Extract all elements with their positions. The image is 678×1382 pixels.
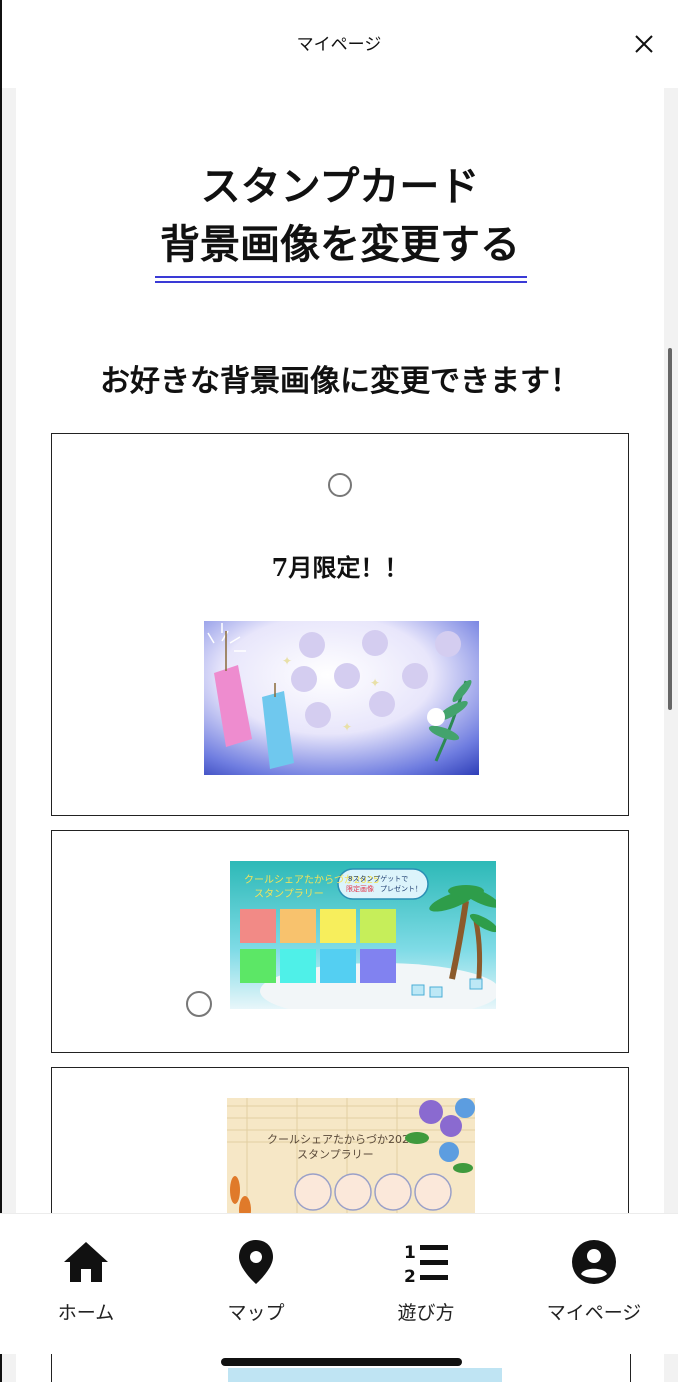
svg-text:✦: ✦ bbox=[342, 720, 352, 734]
page-title: マイページ bbox=[296, 35, 382, 55]
tanabata-stamp-card-image: ✦ ✦ ✦ bbox=[204, 621, 479, 775]
heading-line-2: 背景画像を変更する bbox=[160, 221, 520, 268]
nav-how-to-play[interactable]: 1 2 遊び方 bbox=[341, 1214, 511, 1354]
heading-underline bbox=[155, 276, 527, 278]
card-subtitle-text: スタンプラリー bbox=[297, 1148, 374, 1161]
top-bar: マイページ bbox=[0, 0, 678, 88]
nav-map[interactable]: マップ bbox=[171, 1214, 341, 1354]
home-icon bbox=[64, 1242, 108, 1282]
subtitle: お好きな背景画像に変更できます！ bbox=[100, 364, 580, 399]
nav-home-label: ホーム bbox=[57, 1302, 115, 1324]
background-option-2[interactable]: クールシェアたからづか2025 スタンプラリー 8スタンプゲットで 限定画像 プ… bbox=[51, 830, 629, 1053]
radio-button[interactable] bbox=[186, 991, 212, 1017]
option-label: 7月限定！！ bbox=[271, 553, 409, 582]
account-circle-icon bbox=[572, 1240, 616, 1284]
scrollbar[interactable] bbox=[668, 348, 672, 710]
numbered-list-icon: 1 2 bbox=[404, 1243, 448, 1286]
map-pin-icon bbox=[239, 1240, 273, 1284]
main-content: スタンプカード 背景画像を変更する お好きな背景画像に変更できます！ 7月限定！… bbox=[16, 88, 664, 1382]
bottom-navigation: ホーム マップ 1 2 遊び方 マイページ bbox=[0, 1214, 678, 1354]
heading-underline-secondary bbox=[155, 281, 527, 283]
background-option-1[interactable]: 7月限定！！ ✦ ✦ ✦ bbox=[51, 433, 629, 816]
nav-home[interactable]: ホーム bbox=[1, 1214, 171, 1354]
close-icon[interactable] bbox=[632, 32, 656, 56]
card-bubble-text-3: プレゼント！ bbox=[380, 884, 422, 893]
nav-mypage-label: マイページ bbox=[546, 1302, 642, 1324]
gutter-right bbox=[664, 88, 678, 1382]
main-heading: スタンプカード 背景画像を変更する bbox=[16, 158, 664, 274]
svg-text:2: 2 bbox=[404, 1267, 416, 1286]
svg-text:✦: ✦ bbox=[282, 654, 292, 668]
radio-button[interactable] bbox=[328, 473, 352, 497]
summer-beach-stamp-card-image: クールシェアたからづか2025 スタンプラリー 8スタンプゲットで 限定画像 プ… bbox=[230, 861, 496, 1009]
card-bubble-text-1: 8スタンプゲットで bbox=[348, 874, 408, 883]
next-option-image-peek bbox=[228, 1368, 502, 1382]
home-indicator bbox=[221, 1358, 462, 1366]
heading-line-1: スタンプカード bbox=[200, 163, 480, 210]
screen-edge bbox=[0, 0, 2, 1382]
nav-map-label: マップ bbox=[227, 1302, 285, 1324]
card-subtitle-text: スタンプラリー bbox=[254, 888, 324, 900]
nav-mypage[interactable]: マイページ bbox=[509, 1214, 678, 1354]
card-bubble-text-2: 限定画像 bbox=[346, 884, 374, 893]
nav-how-to-play-label: 遊び方 bbox=[397, 1302, 455, 1324]
card-title-text: クールシェアたからづか2025 bbox=[267, 1133, 416, 1146]
svg-text:✦: ✦ bbox=[370, 676, 380, 690]
gutter-left bbox=[0, 88, 16, 1382]
svg-text:1: 1 bbox=[404, 1243, 416, 1263]
